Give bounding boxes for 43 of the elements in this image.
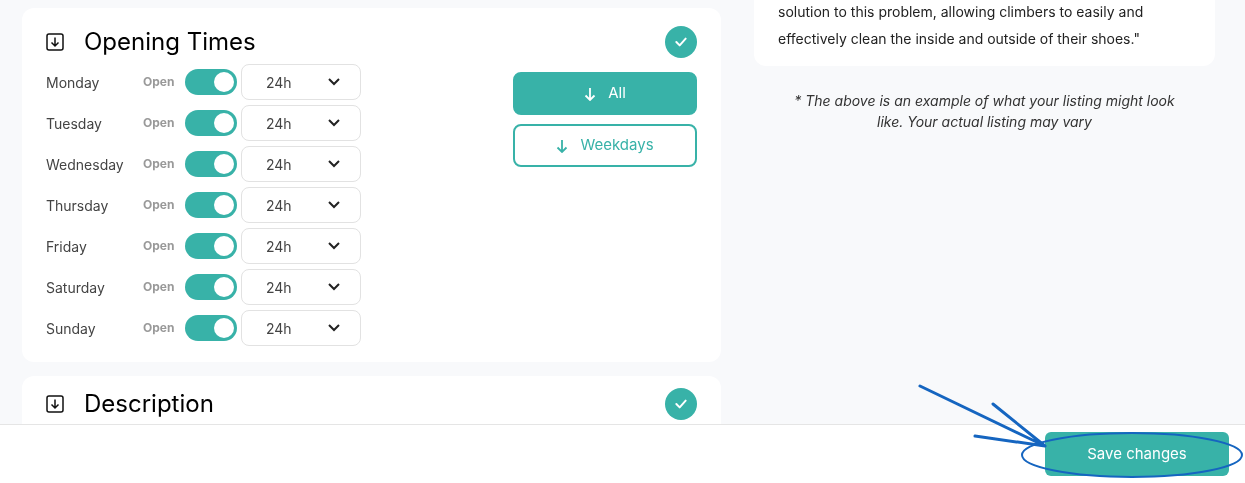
open-toggle[interactable] — [185, 151, 237, 177]
day-label: Wednesday — [46, 154, 125, 175]
chevron-down-icon — [328, 160, 340, 168]
day-label: Friday — [46, 236, 88, 257]
open-toggle[interactable] — [185, 233, 237, 259]
status-label: Open — [143, 237, 176, 255]
preview-text: solution to this problem, allowing climbers to easily and effectively clean the inside and outside of their shoes." — [778, 2, 1145, 49]
hours-select[interactable]: 24h — [241, 269, 361, 305]
preview-note: * The above is an example of what your listing might look like. Your actual listing may vary — [793, 91, 1176, 132]
day-label: Thursday — [46, 195, 110, 216]
chevron-down-icon — [328, 119, 340, 127]
section-title: Description — [84, 388, 214, 420]
hours-select[interactable]: 24h — [241, 187, 361, 223]
status-label: Open — [143, 196, 176, 214]
day-label: Tuesday — [46, 113, 103, 134]
download-icon — [46, 395, 64, 413]
open-toggle[interactable] — [185, 69, 237, 95]
arrow-down-icon — [556, 138, 569, 153]
status-label: Open — [143, 319, 176, 337]
chevron-down-icon — [328, 242, 340, 250]
section-title: Opening Times — [84, 26, 256, 58]
hours-select[interactable]: 24h — [241, 146, 361, 182]
chevron-down-icon — [328, 283, 340, 291]
hours-select[interactable]: 24h — [241, 228, 361, 264]
hours-select[interactable]: 24h — [241, 105, 361, 141]
status-label: Open — [143, 278, 176, 296]
day-label: Sunday — [46, 318, 97, 339]
chevron-down-icon — [328, 201, 340, 209]
open-toggle[interactable] — [185, 192, 237, 218]
hours-select[interactable]: 24h — [241, 64, 361, 100]
status-label: Open — [143, 114, 176, 132]
open-toggle[interactable] — [185, 110, 237, 136]
open-toggle[interactable] — [185, 315, 237, 341]
arrow-down-icon — [584, 86, 597, 101]
open-toggle[interactable] — [185, 274, 237, 300]
status-label: Open — [143, 73, 176, 91]
hours-select[interactable]: 24h — [241, 310, 361, 346]
status-label: Open — [143, 155, 176, 173]
chevron-down-icon — [328, 78, 340, 86]
day-label: Saturday — [46, 277, 106, 298]
download-icon — [46, 33, 64, 51]
day-label: Monday — [46, 72, 101, 93]
chevron-down-icon — [328, 324, 340, 332]
